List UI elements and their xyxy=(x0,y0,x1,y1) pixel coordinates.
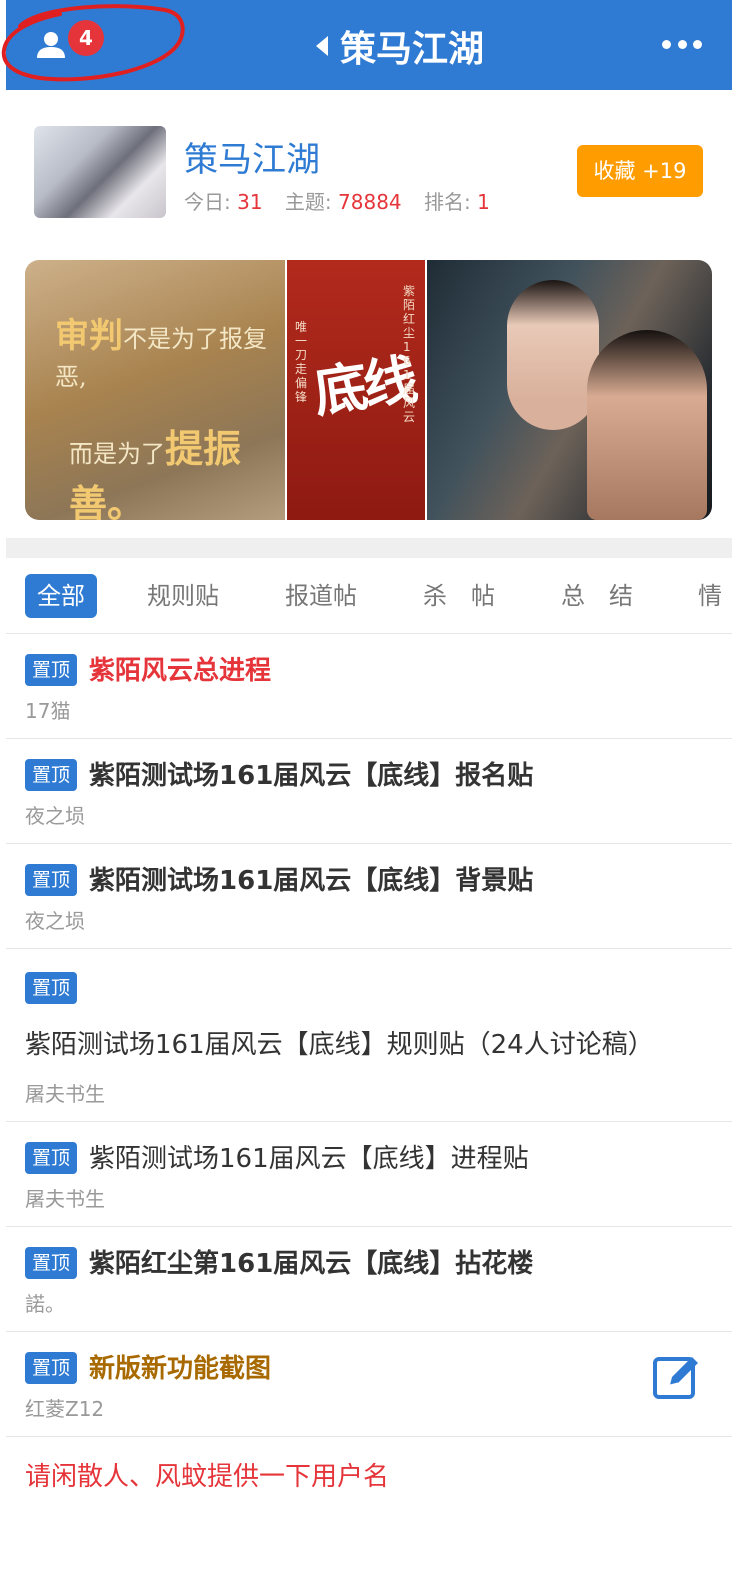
tab-more[interactable]: 情 xyxy=(698,574,722,618)
tab-all[interactable]: 全部 xyxy=(25,574,97,618)
thread-author[interactable]: 諾。 xyxy=(25,1291,712,1317)
pinned-badge: 置顶 xyxy=(25,759,78,791)
thread-title[interactable]: 紫陌风云总进程 xyxy=(89,656,271,686)
pinned-badge: 置顶 xyxy=(25,1247,78,1279)
tab-rules[interactable]: 规则贴 xyxy=(147,574,219,618)
topics-label: 主题: xyxy=(284,190,332,214)
list-item[interactable]: 置顶 紫陌测试场161届风云【底线】进程贴 屠夫书生 xyxy=(6,1122,732,1227)
thread-title[interactable]: 紫陌测试场161届风云【底线】进程贴 xyxy=(89,1144,529,1174)
back-caret-icon[interactable] xyxy=(316,36,328,56)
forum-logo xyxy=(34,126,166,218)
thread-author[interactable]: 屠夫书生 xyxy=(25,1186,712,1212)
banner-photo-figure xyxy=(587,330,707,520)
banner-quote-panel: 审判不是为了报复恶, 而是为了提振善。 xyxy=(25,260,285,520)
pinned-badge: 置顶 xyxy=(25,972,78,1004)
banner-quote-big-1: 审判 xyxy=(55,316,123,356)
thread-author[interactable]: 夜之埙 xyxy=(25,803,712,829)
banner-quote-2: 而是为了 xyxy=(69,440,165,468)
thread-author[interactable]: 屠夫书生 xyxy=(25,1081,712,1107)
list-item[interactable]: 置顶紫陌测试场161届风云【底线】规则贴（24人讨论稿） 屠夫书生 xyxy=(6,949,732,1122)
list-item[interactable]: 置顶 新版新功能截图 红菱Z12 xyxy=(6,1332,732,1437)
tab-kill-posts[interactable]: 杀 帖 xyxy=(423,574,495,618)
list-item[interactable]: 置顶 紫陌测试场161届风云【底线】背景贴 夜之埙 xyxy=(6,844,732,949)
rank-label: 排名: xyxy=(424,190,471,214)
list-item[interactable]: 置顶 紫陌风云总进程 17猫 xyxy=(6,634,732,739)
tab-reports[interactable]: 报道帖 xyxy=(285,574,357,618)
forum-stats: 今日: 31 主题: 78884 排名: 1 xyxy=(184,186,506,215)
pinned-badge: 置顶 xyxy=(25,864,78,896)
thread-author[interactable]: 夜之埙 xyxy=(25,908,712,934)
pinned-badge: 置顶 xyxy=(25,1142,78,1174)
category-tabs: 全部 规则贴 报道帖 杀 帖 总 结 情 xyxy=(6,558,732,634)
top-navbar: 4 策马江湖 xyxy=(6,0,732,90)
rank-value: 1 xyxy=(477,190,490,214)
more-dots-icon[interactable] xyxy=(662,40,702,52)
thread-list: 置顶 紫陌风云总进程 17猫 置顶 紫陌测试场161届风云【底线】报名贴 夜之埙 置… xyxy=(6,634,732,1499)
topics-value: 78884 xyxy=(338,190,402,214)
banner-title-panel: 唯一刀走偏锋 底线 紫陌红尘161届风云 xyxy=(287,260,425,520)
thread-title[interactable]: 紫陌测试场161届风云【底线】规则贴（24人讨论稿） xyxy=(25,1030,654,1060)
banner-photo-figure xyxy=(507,280,599,430)
banner-vertical-right: 紫陌红尘161届风云 xyxy=(403,284,416,424)
banner-title: 底线 xyxy=(309,347,418,425)
page-title-text: 策马江湖 xyxy=(340,29,485,70)
thread-author[interactable]: 17猫 xyxy=(25,698,712,724)
list-item[interactable]: 置顶 紫陌测试场161届风云【底线】报名贴 夜之埙 xyxy=(6,739,732,844)
forum-header: 策马江湖 今日: 31 主题: 78884 排名: 1 收藏 +19 xyxy=(6,90,732,240)
notification-badge[interactable]: 4 xyxy=(68,20,104,56)
user-icon[interactable] xyxy=(34,28,68,62)
page-title[interactable]: 策马江湖 xyxy=(316,22,484,70)
tab-summary[interactable]: 总 结 xyxy=(561,574,633,618)
section-divider xyxy=(6,538,732,558)
list-item[interactable]: 置顶 紫陌红尘第161届风云【底线】拈花楼 諾。 xyxy=(6,1227,732,1332)
thread-title[interactable]: 紫陌测试场161届风云【底线】报名贴 xyxy=(89,761,533,791)
pinned-badge: 置顶 xyxy=(25,1352,78,1384)
today-value: 31 xyxy=(237,190,263,214)
banner[interactable]: 审判不是为了报复恶, 而是为了提振善。 唯一刀走偏锋 底线 紫陌红尘161届风云 xyxy=(25,260,712,520)
edit-icon[interactable] xyxy=(652,1350,704,1402)
pinned-badge: 置顶 xyxy=(25,654,78,686)
today-label: 今日: xyxy=(184,190,231,214)
thread-title[interactable]: 新版新功能截图 xyxy=(89,1354,271,1384)
notice-text[interactable]: 请闲散人、风蚊提供一下用户名 xyxy=(6,1437,732,1499)
banner-vertical-left: 唯一刀走偏锋 xyxy=(295,320,308,404)
banner-photo xyxy=(427,260,712,520)
thread-title[interactable]: 紫陌红尘第161届风云【底线】拈花楼 xyxy=(89,1249,533,1279)
favorite-button[interactable]: 收藏 +19 xyxy=(577,145,703,197)
thread-title[interactable]: 紫陌测试场161届风云【底线】背景贴 xyxy=(89,866,533,896)
forum-name[interactable]: 策马江湖 xyxy=(184,132,320,181)
thread-author[interactable]: 红菱Z12 xyxy=(25,1396,712,1422)
